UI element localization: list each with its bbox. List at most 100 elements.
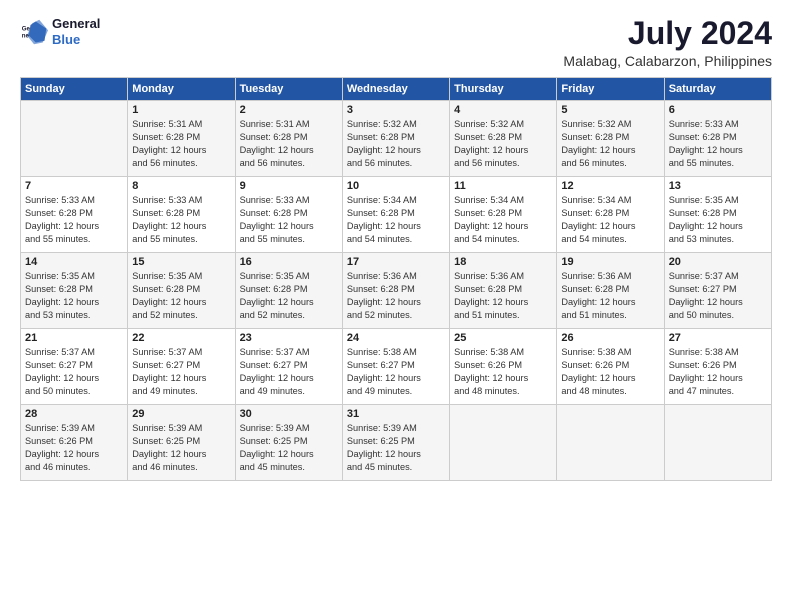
week-row-3: 21 Sunrise: 5:37 AM Sunset: 6:27 PM Dayli… [21,329,772,405]
day-info: Sunrise: 5:38 AM Sunset: 6:27 PM Dayligh… [347,346,445,398]
logo-text-line1: General [52,16,100,32]
day-info: Sunrise: 5:39 AM Sunset: 6:25 PM Dayligh… [347,422,445,474]
day-number: 8 [132,180,230,192]
col-wednesday: Wednesday [342,78,449,101]
svg-text:ne: ne [22,32,30,39]
day-info: Sunrise: 5:35 AM Sunset: 6:28 PM Dayligh… [25,270,123,322]
day-number: 28 [25,408,123,420]
day-number: 21 [25,332,123,344]
logo: Ge ne General Blue [20,16,100,47]
day-number: 20 [669,256,767,268]
col-tuesday: Tuesday [235,78,342,101]
calendar-cell: 9 Sunrise: 5:33 AM Sunset: 6:28 PM Daylig… [235,177,342,253]
week-row-2: 14 Sunrise: 5:35 AM Sunset: 6:28 PM Dayli… [21,253,772,329]
day-info: Sunrise: 5:33 AM Sunset: 6:28 PM Dayligh… [132,194,230,246]
day-number: 16 [240,256,338,268]
calendar-cell [557,405,664,481]
day-info: Sunrise: 5:36 AM Sunset: 6:28 PM Dayligh… [454,270,552,322]
week-row-4: 28 Sunrise: 5:39 AM Sunset: 6:26 PM Dayli… [21,405,772,481]
day-info: Sunrise: 5:33 AM Sunset: 6:28 PM Dayligh… [669,118,767,170]
day-info: Sunrise: 5:35 AM Sunset: 6:28 PM Dayligh… [132,270,230,322]
calendar-cell [664,405,771,481]
calendar-cell: 30Sunrise: 5:39 AM Sunset: 6:25 PM Dayli… [235,405,342,481]
week-row-1: 7 Sunrise: 5:33 AM Sunset: 6:28 PM Daylig… [21,177,772,253]
day-number: 15 [132,256,230,268]
day-info: Sunrise: 5:34 AM Sunset: 6:28 PM Dayligh… [454,194,552,246]
calendar-cell: 24Sunrise: 5:38 AM Sunset: 6:27 PM Dayli… [342,329,449,405]
day-info: Sunrise: 5:32 AM Sunset: 6:28 PM Dayligh… [454,118,552,170]
calendar-cell: 15 Sunrise: 5:35 AM Sunset: 6:28 PM Dayli… [128,253,235,329]
day-number: 17 [347,256,445,268]
logo-text-line2: Blue [52,32,100,48]
calendar-cell: 8 Sunrise: 5:33 AM Sunset: 6:28 PM Daylig… [128,177,235,253]
calendar-cell: 6 Sunrise: 5:33 AM Sunset: 6:28 PM Daylig… [664,101,771,177]
week-row-0: 1 Sunrise: 5:31 AM Sunset: 6:28 PM Daylig… [21,101,772,177]
day-info: Sunrise: 5:37 AM Sunset: 6:27 PM Dayligh… [132,346,230,398]
day-info: Sunrise: 5:39 AM Sunset: 6:26 PM Dayligh… [25,422,123,474]
day-number: 26 [561,332,659,344]
day-info: Sunrise: 5:37 AM Sunset: 6:27 PM Dayligh… [240,346,338,398]
day-number: 14 [25,256,123,268]
calendar-page: Ge ne General Blue July 2024 Malabag, Ca… [0,0,792,612]
day-info: Sunrise: 5:32 AM Sunset: 6:28 PM Dayligh… [561,118,659,170]
calendar-cell: 3 Sunrise: 5:32 AM Sunset: 6:28 PM Daylig… [342,101,449,177]
col-thursday: Thursday [450,78,557,101]
day-number: 18 [454,256,552,268]
calendar-cell: 10 Sunrise: 5:34 AM Sunset: 6:28 PM Dayli… [342,177,449,253]
day-info: Sunrise: 5:39 AM Sunset: 6:25 PM Dayligh… [132,422,230,474]
day-number: 7 [25,180,123,192]
day-number: 19 [561,256,659,268]
day-number: 1 [132,104,230,116]
title-area: July 2024 Malabag, Calabarzon, Philippin… [563,16,772,69]
day-number: 30 [240,408,338,420]
day-number: 12 [561,180,659,192]
calendar-cell: 28 Sunrise: 5:39 AM Sunset: 6:26 PM Dayli… [21,405,128,481]
calendar-cell: 29Sunrise: 5:39 AM Sunset: 6:25 PM Dayli… [128,405,235,481]
col-friday: Friday [557,78,664,101]
day-number: 27 [669,332,767,344]
day-info: Sunrise: 5:37 AM Sunset: 6:27 PM Dayligh… [669,270,767,322]
calendar-cell: 1 Sunrise: 5:31 AM Sunset: 6:28 PM Daylig… [128,101,235,177]
col-monday: Monday [128,78,235,101]
day-info: Sunrise: 5:38 AM Sunset: 6:26 PM Dayligh… [561,346,659,398]
day-number: 4 [454,104,552,116]
day-info: Sunrise: 5:34 AM Sunset: 6:28 PM Dayligh… [347,194,445,246]
day-info: Sunrise: 5:37 AM Sunset: 6:27 PM Dayligh… [25,346,123,398]
calendar-cell: 14 Sunrise: 5:35 AM Sunset: 6:28 PM Dayli… [21,253,128,329]
calendar-cell [21,101,128,177]
col-sunday: Sunday [21,78,128,101]
calendar-cell: 7 Sunrise: 5:33 AM Sunset: 6:28 PM Daylig… [21,177,128,253]
day-info: Sunrise: 5:36 AM Sunset: 6:28 PM Dayligh… [347,270,445,322]
calendar-cell: 18 Sunrise: 5:36 AM Sunset: 6:28 PM Dayli… [450,253,557,329]
calendar-cell: 26 Sunrise: 5:38 AM Sunset: 6:26 PM Dayli… [557,329,664,405]
day-number: 3 [347,104,445,116]
day-number: 6 [669,104,767,116]
day-info: Sunrise: 5:38 AM Sunset: 6:26 PM Dayligh… [454,346,552,398]
calendar-cell: 22 Sunrise: 5:37 AM Sunset: 6:27 PM Dayli… [128,329,235,405]
day-info: Sunrise: 5:31 AM Sunset: 6:28 PM Dayligh… [132,118,230,170]
header-area: Ge ne General Blue July 2024 Malabag, Ca… [20,16,772,69]
day-info: Sunrise: 5:33 AM Sunset: 6:28 PM Dayligh… [240,194,338,246]
day-info: Sunrise: 5:33 AM Sunset: 6:28 PM Dayligh… [25,194,123,246]
calendar-cell: 2Sunrise: 5:31 AM Sunset: 6:28 PM Daylig… [235,101,342,177]
calendar-cell: 20 Sunrise: 5:37 AM Sunset: 6:27 PM Dayli… [664,253,771,329]
calendar-cell: 25Sunrise: 5:38 AM Sunset: 6:26 PM Dayli… [450,329,557,405]
day-info: Sunrise: 5:34 AM Sunset: 6:28 PM Dayligh… [561,194,659,246]
day-number: 9 [240,180,338,192]
day-info: Sunrise: 5:35 AM Sunset: 6:28 PM Dayligh… [240,270,338,322]
day-number: 2 [240,104,338,116]
calendar-cell: 5Sunrise: 5:32 AM Sunset: 6:28 PM Daylig… [557,101,664,177]
day-number: 22 [132,332,230,344]
calendar-cell: 17 Sunrise: 5:36 AM Sunset: 6:28 PM Dayli… [342,253,449,329]
calendar-cell [450,405,557,481]
day-number: 31 [347,408,445,420]
svg-text:Ge: Ge [22,25,31,32]
day-info: Sunrise: 5:32 AM Sunset: 6:28 PM Dayligh… [347,118,445,170]
calendar-cell: 21 Sunrise: 5:37 AM Sunset: 6:27 PM Dayli… [21,329,128,405]
calendar-cell: 4 Sunrise: 5:32 AM Sunset: 6:28 PM Daylig… [450,101,557,177]
calendar-cell: 23 Sunrise: 5:37 AM Sunset: 6:27 PM Dayli… [235,329,342,405]
day-number: 23 [240,332,338,344]
subtitle: Malabag, Calabarzon, Philippines [563,53,772,69]
day-number: 10 [347,180,445,192]
calendar-cell: 12 Sunrise: 5:34 AM Sunset: 6:28 PM Dayli… [557,177,664,253]
